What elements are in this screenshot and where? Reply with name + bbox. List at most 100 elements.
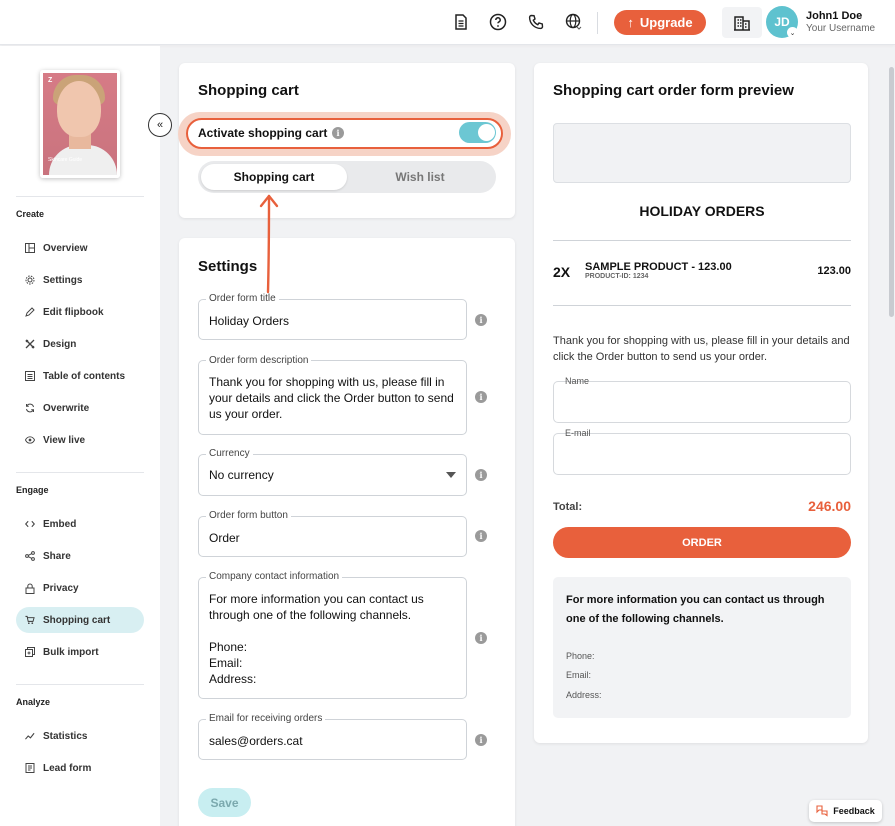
field-label: Currency bbox=[206, 448, 253, 459]
document-icon[interactable] bbox=[451, 12, 471, 32]
list-icon bbox=[25, 371, 35, 381]
share-icon bbox=[25, 551, 35, 561]
preview-order-button[interactable]: ORDER bbox=[553, 527, 851, 558]
upgrade-label: Upgrade bbox=[639, 15, 693, 30]
palette-icon bbox=[25, 339, 35, 349]
sidebar-item-table-of-contents[interactable]: Table of contents bbox=[16, 363, 144, 389]
sidebar-item-label: Embed bbox=[43, 518, 77, 530]
receiving-email-value: sales@orders.cat bbox=[209, 734, 303, 748]
feedback-button[interactable]: Feedback bbox=[809, 800, 882, 822]
sidebar-item-settings[interactable]: Settings bbox=[16, 267, 144, 293]
tab-wish-list[interactable]: Wish list bbox=[347, 164, 493, 190]
preview-total-label: Total: bbox=[553, 501, 583, 513]
arrow-up-icon: ↑ bbox=[627, 15, 634, 30]
preview-contact-phone: Phone: bbox=[566, 651, 595, 661]
preview-divider bbox=[553, 305, 851, 306]
order-form-button-value: Order bbox=[209, 531, 240, 545]
settings-title: Settings bbox=[198, 258, 258, 275]
preview-name-label: Name bbox=[565, 376, 590, 386]
sidebar-item-embed[interactable]: Embed bbox=[16, 511, 144, 537]
sidebar-item-statistics[interactable]: Statistics bbox=[16, 723, 144, 749]
info-icon[interactable]: i bbox=[475, 391, 487, 403]
sidebar-item-label: View live bbox=[43, 434, 86, 446]
info-icon[interactable]: i bbox=[475, 632, 487, 644]
sidebar-item-label: Privacy bbox=[43, 582, 79, 594]
info-icon[interactable]: i bbox=[475, 734, 487, 746]
globe-icon[interactable] bbox=[564, 12, 584, 32]
preview-item-qty: 2X bbox=[553, 264, 571, 280]
collapse-sidebar-button[interactable]: « bbox=[148, 113, 172, 137]
help-icon[interactable] bbox=[488, 12, 508, 32]
sidebar-item-label: Shopping cart bbox=[43, 614, 111, 626]
dropdown-caret-icon[interactable] bbox=[446, 472, 456, 478]
preview-email-label: E-mail bbox=[565, 428, 591, 438]
info-icon[interactable]: i bbox=[475, 530, 487, 542]
top-bar: ↑ Upgrade JD ⌄ John1 Doe Your Username bbox=[0, 0, 895, 45]
preview-banner-placeholder bbox=[553, 123, 851, 183]
save-button[interactable]: Save bbox=[198, 788, 251, 817]
field-label: Company contact information bbox=[206, 571, 343, 582]
preview-email-input[interactable] bbox=[553, 433, 851, 475]
thumbnail-caption: Skincare Guide bbox=[48, 157, 83, 163]
eye-icon bbox=[25, 435, 35, 445]
field-label: Email for receiving orders bbox=[206, 713, 326, 724]
sidebar-item-share[interactable]: Share bbox=[16, 543, 144, 569]
pencil-icon bbox=[25, 307, 35, 317]
sidebar-item-label: Overwrite bbox=[43, 402, 90, 414]
sidebar-item-label: Statistics bbox=[43, 730, 88, 742]
user-username: Your Username bbox=[806, 23, 876, 34]
sidebar-item-view-live[interactable]: View live bbox=[16, 427, 144, 453]
order-form-title-value: Holiday Orders bbox=[209, 314, 290, 328]
phone-icon[interactable] bbox=[526, 12, 546, 32]
preview-contact-title: For more information you can contact us … bbox=[566, 594, 825, 625]
preview-name-input[interactable] bbox=[553, 381, 851, 423]
sidebar-item-design[interactable]: Design bbox=[16, 331, 144, 357]
currency-value: No currency bbox=[209, 468, 274, 482]
feedback-icon bbox=[816, 805, 828, 817]
overview-icon bbox=[25, 243, 35, 253]
preview-title: Shopping cart order form preview bbox=[553, 82, 794, 99]
chevron-down-icon[interactable]: ⌄ bbox=[787, 27, 798, 38]
preview-item-price: 123.00 bbox=[817, 265, 851, 277]
sidebar-item-label: Design bbox=[43, 338, 77, 350]
section-divider bbox=[16, 472, 144, 473]
sidebar-item-label: Settings bbox=[43, 274, 83, 286]
preview-contact-address: Address: bbox=[566, 690, 602, 700]
chart-icon bbox=[25, 731, 35, 741]
user-name[interactable]: John1 Doe bbox=[806, 10, 862, 22]
sidebar-item-lead-form[interactable]: Lead form bbox=[16, 755, 144, 781]
annotation-arrow-icon bbox=[259, 194, 279, 294]
form-icon bbox=[25, 763, 35, 773]
sidebar-item-bulk-import[interactable]: Bulk import bbox=[16, 639, 144, 665]
lock-icon bbox=[25, 583, 35, 594]
sidebar-item-privacy[interactable]: Privacy bbox=[16, 575, 144, 601]
sidebar-item-label: Lead form bbox=[43, 762, 92, 774]
sidebar-item-label: Bulk import bbox=[43, 646, 99, 658]
refresh-icon bbox=[25, 403, 35, 413]
order-form-description-value: Thank you for shopping with us, please f… bbox=[209, 375, 454, 421]
sidebar-item-shopping-cart[interactable]: Shopping cart bbox=[16, 607, 144, 633]
upgrade-button[interactable]: ↑ Upgrade bbox=[614, 10, 706, 35]
section-title-engage: Engage bbox=[16, 485, 49, 495]
flipbook-thumbnail[interactable]: Z Skincare Guide bbox=[40, 70, 120, 178]
preview-contact-email: Email: bbox=[566, 670, 592, 680]
scrollbar[interactable] bbox=[889, 67, 894, 317]
sidebar-item-overwrite[interactable]: Overwrite bbox=[16, 395, 144, 421]
info-icon[interactable]: i bbox=[332, 127, 344, 139]
thumbnail-logo: Z bbox=[48, 77, 53, 84]
field-label: Order form button bbox=[206, 510, 291, 521]
organization-button[interactable] bbox=[722, 7, 762, 38]
info-icon[interactable]: i bbox=[475, 314, 487, 326]
info-icon[interactable]: i bbox=[475, 469, 487, 481]
preview-divider bbox=[553, 240, 851, 241]
shopping-cart-title: Shopping cart bbox=[198, 82, 299, 99]
tab-shopping-cart[interactable]: Shopping cart bbox=[201, 164, 347, 190]
sidebar-item-overview[interactable]: Overview bbox=[16, 235, 144, 261]
field-label: Order form description bbox=[206, 355, 312, 366]
company-contact-value: For more information you can contact us … bbox=[209, 592, 424, 686]
gear-icon bbox=[25, 275, 35, 285]
sidebar-item-label: Table of contents bbox=[43, 370, 126, 382]
sidebar-item-edit-flipbook[interactable]: Edit flipbook bbox=[16, 299, 144, 325]
preview-heading: HOLIDAY ORDERS bbox=[639, 203, 765, 219]
toggle-knob bbox=[478, 124, 495, 141]
